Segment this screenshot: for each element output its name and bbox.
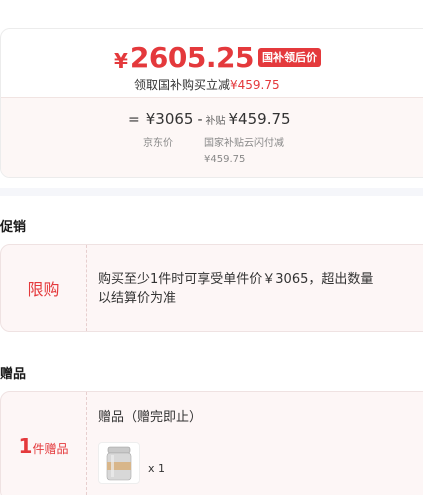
price-card: ¥ 2605.25 国补领后价 领取国补购买立减¥459.75 = ¥3065 … — [0, 28, 423, 178]
subsidy-caption: 国家补贴云闪付减 — [204, 138, 284, 149]
subsidy-subtitle-text: 领取国补购买立减 — [134, 78, 231, 92]
subsidy-caption-amount: ¥459.75 — [204, 154, 246, 165]
price-value: 2605.25 — [129, 41, 255, 74]
purchase-limit-tag: 限购 — [27, 280, 60, 299]
gift-thumbnail[interactable] — [98, 442, 140, 484]
price-breakdown: = ¥3065 - 补贴 ¥459.75 京东价 国家补贴云闪付减 ¥459.7… — [1, 97, 423, 177]
gift-quantity: x 1 — [148, 462, 166, 475]
thermos-jar-icon — [106, 446, 132, 481]
promotion-section-title: 促销 — [0, 220, 27, 235]
promotion-content: 购买至少1件时可享受单件价￥3065，超出数量以结算价为准 — [98, 270, 423, 308]
gift-count-number: 1 — [18, 434, 33, 458]
currency-symbol: ¥ — [114, 48, 128, 73]
subsidy-label: 补贴 — [205, 116, 226, 127]
promotion-tag-cell: 限购 — [1, 245, 87, 331]
final-price: ¥ 2605.25 国补领后价 — [114, 41, 321, 74]
subsidy-subtitle: 领取国补购买立减¥459.75 — [134, 76, 280, 93]
promotion-description: 购买至少1件时可享受单件价￥3065，超出数量以结算价为准 — [98, 272, 374, 306]
subsidy-price-badge: 国补领后价 — [257, 48, 321, 67]
price-header: ¥ 2605.25 国补领后价 领取国补购买立减¥459.75 — [1, 29, 423, 97]
price-formula: = ¥3065 - 补贴 ¥459.75 — [128, 110, 291, 128]
gift-count: 1 件赠品 — [19, 434, 69, 458]
jd-price-caption: 京东价 — [143, 138, 173, 149]
equals-sign: = — [128, 112, 140, 128]
promotion-card[interactable]: 限购 购买至少1件时可享受单件价￥3065，超出数量以结算价为准 — [0, 244, 423, 332]
gift-card[interactable]: 1 件赠品 赠品（赠完即止） x 1 — [0, 391, 423, 495]
minus-sign: - — [197, 112, 203, 128]
subsidy-subtitle-amount: ¥459.75 — [230, 78, 280, 92]
gift-content: 赠品（赠完即止） x 1 — [98, 408, 423, 484]
jd-price: ¥3065 — [145, 110, 194, 128]
gift-section-title: 赠品 — [0, 367, 27, 382]
gift-count-cell: 1 件赠品 — [1, 392, 87, 495]
subsidy-amount: ¥459.75 — [228, 110, 291, 128]
gift-title: 赠品（赠完即止） — [98, 410, 203, 425]
section-divider — [0, 188, 423, 196]
gift-count-unit: 件赠品 — [32, 442, 69, 456]
